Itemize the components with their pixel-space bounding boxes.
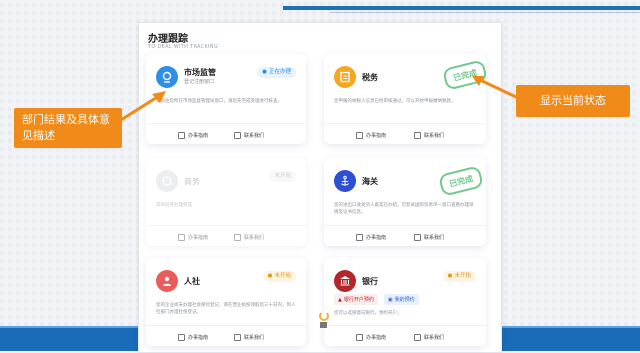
contact-button[interactable]: 联系我们 [413, 334, 444, 341]
panel-title: 办理跟踪 [148, 34, 188, 45]
card-title: 商务 [184, 177, 200, 186]
contact-button[interactable]: 联系我们 [233, 234, 264, 241]
completed-stamp: 已完成 [437, 165, 485, 197]
card-divider [146, 225, 306, 226]
person-icon [156, 270, 178, 292]
guide-icon [178, 334, 185, 341]
guide-icon [356, 132, 363, 139]
card-title: 人社 [184, 277, 200, 286]
card-title: 税务 [362, 73, 378, 82]
card-divider [146, 325, 306, 326]
calendar-icon: ▣ [387, 296, 393, 303]
callout-right: 显示当前状态 [516, 85, 630, 117]
guide-icon [356, 234, 363, 241]
guide-button[interactable]: 办事指南 [178, 334, 208, 341]
card-description: 您申报的纳税人信息已经审核通过，可以开始申报缴纳税款。 [334, 99, 456, 104]
guide-button[interactable]: 办事指南 [356, 132, 386, 139]
contact-icon [233, 132, 241, 139]
contact-button[interactable]: 联系我们 [233, 132, 264, 139]
market-supervision-icon [156, 66, 178, 88]
commerce-icon [156, 170, 178, 192]
contact-icon [413, 334, 421, 341]
bank-logo-icon: ▲ [338, 296, 342, 303]
card-title: 海关 [362, 177, 378, 186]
contact-button[interactable]: 联系我们 [413, 234, 444, 241]
pending-icon: ● [447, 273, 453, 279]
guide-button[interactable]: 办事指南 [178, 132, 208, 139]
card-divider [324, 225, 486, 226]
card-description: 您的进出口收发货人备案已办结，可登录国际贸易单一窗口查看办理详情及证书信息。 [334, 203, 474, 215]
card-divider [146, 123, 306, 124]
card-human-resources[interactable]: 人社 ● 未开始 您的企业尚未办理社会保险登记，请在营业执照领取后三十日内，到人社… [146, 258, 306, 346]
card-title: 市场监管 [184, 68, 216, 77]
status-badge: 未开始 [269, 171, 296, 182]
loading-spinner-icon [319, 311, 329, 321]
status-badge: ● 正在办理 [257, 67, 296, 78]
card-description: 您的企业尚未办理社会保险登记，请在营业执照领取后三十日内，到人社部门办理社保登记… [156, 303, 296, 315]
bank-actions: ▲ 银行开户预约 ▣ 我的预约 [334, 294, 419, 305]
guide-button[interactable]: 办事指南 [178, 234, 208, 241]
callout-left-arrow [101, 91, 166, 134]
header-accent-bar [283, 6, 640, 10]
card-description: 请前往您所在市场监督管理局窗口，请您先完成受理进行核查。 [156, 99, 282, 104]
header-accent-line [330, 12, 640, 13]
card-subtitle: 登记注册窗口 [184, 79, 215, 85]
contact-icon [233, 334, 241, 341]
card-divider [324, 325, 486, 326]
contact-icon [413, 234, 421, 241]
contact-icon [413, 132, 421, 139]
card-description: 等待前序办理完成 [156, 203, 192, 208]
card-customs[interactable]: 海关 已完成 您的进出口收发货人备案已办结，可登录国际贸易单一窗口查看办理详情及… [324, 158, 486, 246]
card-commerce[interactable]: 商务 未开始 等待前序办理完成 办事指南 联系我们 [146, 158, 306, 246]
guide-icon [178, 132, 185, 139]
card-tax[interactable]: 税务 已完成 您申报的纳税人信息已经审核通过，可以开始申报缴纳税款。 办事指南 … [324, 54, 489, 144]
guide-button[interactable]: 办事指南 [356, 334, 386, 341]
card-title: 银行 [362, 277, 378, 286]
contact-button[interactable]: 联系我们 [233, 334, 264, 341]
card-description: 您可以选择意向银行，预约开户。 [334, 311, 402, 316]
my-appointment-button[interactable]: ▣ 我的预约 [383, 294, 419, 305]
guide-icon [178, 234, 185, 241]
status-badge: ● 未开始 [262, 271, 296, 282]
card-divider [324, 123, 486, 124]
pending-icon: ● [267, 273, 273, 279]
panel-subtitle: TO DEAL WITH TRACKING [148, 44, 219, 50]
guide-button[interactable]: 办事指南 [356, 234, 386, 241]
callout-right-arrow [472, 76, 519, 100]
in-progress-icon: ● [262, 69, 267, 75]
bank-icon [334, 270, 356, 292]
card-bank[interactable]: 银行 ● 未开始 ▲ 银行开户预约 ▣ 我的预约 您可以选择意向银行，预约开户。 办事… [324, 258, 486, 346]
status-badge: ● 未开始 [442, 271, 476, 282]
guide-icon [356, 334, 363, 341]
contact-button[interactable]: 联系我们 [413, 132, 444, 139]
loading-marker [320, 322, 327, 328]
anchor-icon [334, 170, 356, 192]
tax-icon [334, 66, 356, 88]
bank-appointment-button[interactable]: ▲ 银行开户预约 [334, 294, 378, 305]
contact-icon [233, 234, 241, 241]
card-market-supervision[interactable]: 市场监管 登记注册窗口 ● 正在办理 请前往您所在市场监督管理局窗口，请您先完成受… [146, 54, 306, 144]
